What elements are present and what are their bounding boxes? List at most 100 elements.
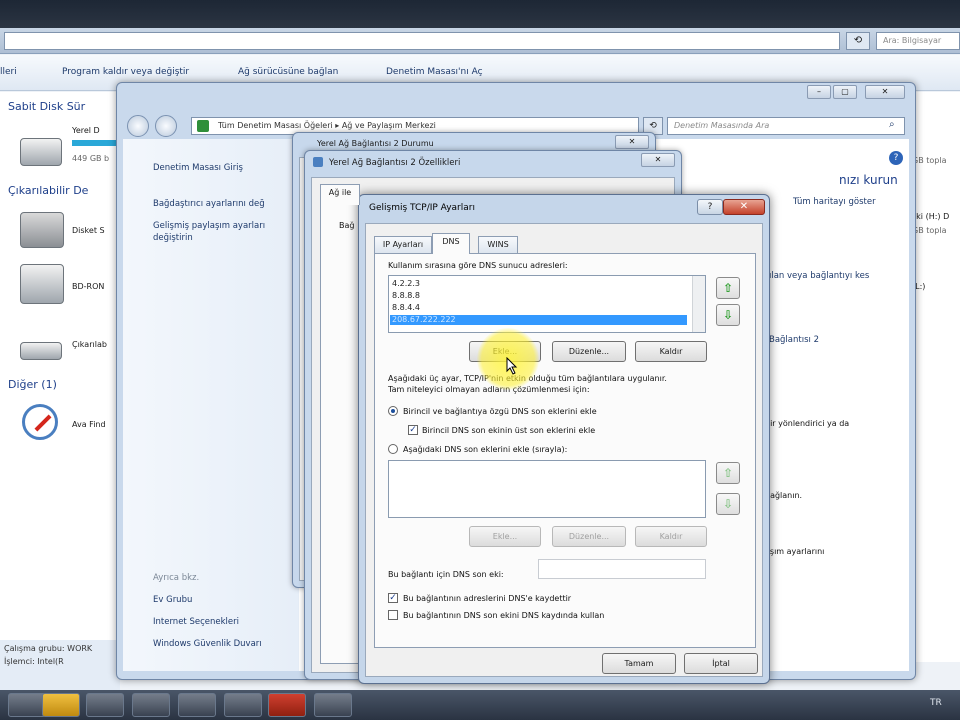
add-suffix-button[interactable]: Ekle... bbox=[469, 526, 541, 547]
tab-dns[interactable]: DNS bbox=[432, 233, 470, 254]
search-icon[interactable]: ⌕ bbox=[889, 119, 895, 130]
close-button[interactable]: ✕ bbox=[641, 153, 675, 167]
drive-usage-bar bbox=[72, 140, 122, 146]
mouse-cursor-icon bbox=[506, 357, 518, 375]
link-advanced-sharing-2[interactable]: değiştirin bbox=[153, 233, 193, 243]
properties-window-title: Yerel Ağ Bağlantısı 2 Özellikleri bbox=[329, 158, 461, 168]
group-other[interactable]: Diğer (1) bbox=[8, 378, 57, 391]
drive-label[interactable]: Ava Find bbox=[72, 420, 106, 429]
tab-networking[interactable]: Ağ ile bbox=[320, 184, 360, 205]
link-connect-disconnect[interactable]: ılan veya bağlantıyı kes bbox=[769, 271, 869, 281]
list-item-selected[interactable]: 208.67.222.222 bbox=[390, 315, 687, 325]
command-properties[interactable]: lleri bbox=[0, 67, 17, 77]
link-firewall[interactable]: Windows Güvenlik Duvarı bbox=[153, 639, 262, 649]
ava-find-icon bbox=[22, 404, 58, 440]
dns-list-label: Kullanım sırasına göre DNS sunucu adresl… bbox=[388, 261, 568, 270]
link-internet-options[interactable]: Internet Seçenekleri bbox=[153, 617, 239, 627]
check-parent-suffixes[interactable]: ✓ bbox=[408, 425, 418, 435]
list-item[interactable]: 8.8.8.8 bbox=[392, 291, 420, 300]
radio-append-primary[interactable] bbox=[388, 406, 398, 416]
drive-size: GB topla bbox=[912, 226, 947, 235]
taskbar-item[interactable] bbox=[132, 693, 170, 717]
taskbar-item[interactable] bbox=[224, 693, 262, 717]
radio-append-these[interactable] bbox=[388, 444, 398, 454]
connect-text: bağlanın. bbox=[765, 491, 803, 500]
forward-button[interactable] bbox=[155, 115, 177, 137]
control-panel-search-input[interactable]: Denetim Masasında Ara bbox=[667, 117, 905, 135]
link-homegroup[interactable]: Ev Grubu bbox=[153, 595, 192, 605]
info-text-2: Tam niteleyici olmayan adların çözümlenm… bbox=[388, 385, 590, 394]
dns-tab-panel: Kullanım sırasına göre DNS sunucu adresl… bbox=[374, 253, 756, 648]
check-parent-suffixes-label[interactable]: Birincil DNS son ekinin üst son eklerini… bbox=[422, 426, 595, 435]
drive-label[interactable]: Yerel D bbox=[72, 126, 100, 135]
command-map-drive[interactable]: Ağ sürücüsüne bağlan bbox=[238, 67, 338, 77]
move-up-icon[interactable]: ⇧ bbox=[716, 277, 740, 299]
move-down-icon[interactable]: ⇩ bbox=[716, 304, 740, 326]
link-change-adapter[interactable]: Bağdaştırıcı ayarlarını değ bbox=[153, 199, 265, 209]
remove-dns-button[interactable]: Kaldır bbox=[635, 341, 707, 362]
suffix-list[interactable] bbox=[388, 460, 706, 518]
dns-suffix-label: Bu bağlantı için DNS son eki: bbox=[388, 570, 504, 579]
network-icon[interactable] bbox=[314, 693, 352, 717]
radio-append-these-label[interactable]: Aşağıdaki DNS son eklerini ekle (sırayla… bbox=[403, 445, 567, 454]
check-register-dns-label[interactable]: Bu bağlantının adreslerini DNS'e kaydett… bbox=[403, 594, 571, 603]
check-use-suffix[interactable] bbox=[388, 610, 398, 620]
workgroup-text: Çalışma grubu: WORK bbox=[4, 644, 93, 653]
command-uninstall[interactable]: Program kaldır veya değiştir bbox=[62, 67, 189, 77]
help-icon[interactable]: ? bbox=[889, 151, 903, 165]
explorer-content-right: GB topla ski (H:) D GB topla (L:) bbox=[912, 92, 960, 662]
refresh-icon[interactable]: ⟲ bbox=[846, 32, 870, 50]
drive-label[interactable]: ski (H:) D bbox=[912, 212, 949, 221]
close-button[interactable]: ✕ bbox=[865, 85, 905, 99]
list-item[interactable]: 4.2.2.3 bbox=[392, 279, 420, 288]
close-button[interactable]: ✕ bbox=[615, 135, 649, 149]
folder-icon[interactable] bbox=[42, 693, 80, 717]
move-down-icon[interactable]: ⇩ bbox=[716, 493, 740, 515]
move-up-icon[interactable]: ⇧ bbox=[716, 462, 740, 484]
group-removable[interactable]: Çıkarılabilir De bbox=[8, 184, 88, 197]
tab-ip-settings[interactable]: IP Ayarları bbox=[374, 236, 432, 253]
dialog-title: Gelişmiş TCP/IP Ayarları bbox=[369, 203, 475, 213]
router-text: bir yönlendirici ya da bbox=[765, 419, 850, 428]
link-connection-2[interactable]: Bağlantısı 2 bbox=[769, 335, 819, 345]
explorer-search-input[interactable]: Ara: Bilgisayar bbox=[876, 32, 960, 50]
hard-disk-icon bbox=[20, 138, 62, 166]
back-button[interactable] bbox=[127, 115, 149, 137]
status-window-title: Yerel Ağ Bağlantısı 2 Durumu bbox=[317, 139, 434, 148]
minimize-button[interactable]: – bbox=[807, 85, 831, 99]
command-open-control-panel[interactable]: Denetim Masası'nı Aç bbox=[386, 67, 483, 77]
explorer-content-left: Sabit Disk Sür Yerel D 449 GB b Çıkarıla… bbox=[0, 92, 122, 662]
edit-suffix-button[interactable]: Düzenle... bbox=[552, 526, 626, 547]
help-button[interactable]: ? bbox=[697, 199, 723, 215]
tab-wins[interactable]: WINS bbox=[478, 236, 518, 253]
check-register-dns[interactable]: ✓ bbox=[388, 593, 398, 603]
list-item[interactable]: 8.8.4.4 bbox=[392, 303, 420, 312]
drive-size: GB topla bbox=[912, 156, 947, 165]
link-see-full-map[interactable]: Tüm haritayı göster bbox=[793, 197, 876, 207]
close-button[interactable]: ✕ bbox=[723, 199, 765, 215]
drive-label[interactable]: Disket S bbox=[72, 226, 105, 235]
cancel-button[interactable]: İptal bbox=[684, 653, 758, 674]
link-advanced-sharing[interactable]: Gelişmiş paylaşım ayarları bbox=[153, 221, 265, 231]
language-indicator[interactable]: TR bbox=[930, 698, 942, 708]
ok-button[interactable]: Tamam bbox=[602, 653, 676, 674]
drive-label[interactable]: BD-RON bbox=[72, 282, 104, 291]
link-control-panel-home[interactable]: Denetim Masası Giriş bbox=[153, 163, 243, 173]
taskbar-item[interactable] bbox=[8, 693, 46, 717]
check-use-suffix-label[interactable]: Bu bağlantının DNS son ekini DNS kaydınd… bbox=[403, 611, 604, 620]
group-hdd[interactable]: Sabit Disk Sür bbox=[8, 100, 85, 113]
connect-using-label: Bağ bbox=[339, 221, 355, 230]
dns-server-list[interactable]: 4.2.2.3 8.8.8.8 8.8.4.4 208.67.222.222 bbox=[388, 275, 706, 333]
drive-label[interactable]: Çıkarılab bbox=[72, 340, 107, 349]
edit-dns-button[interactable]: Düzenle... bbox=[552, 341, 626, 362]
taskbar-item[interactable] bbox=[86, 693, 124, 717]
remove-suffix-button[interactable]: Kaldır bbox=[635, 526, 707, 547]
taskbar-item[interactable] bbox=[178, 693, 216, 717]
maximize-button[interactable]: ▢ bbox=[833, 85, 857, 99]
dns-suffix-input[interactable] bbox=[538, 559, 706, 579]
scrollbar[interactable] bbox=[692, 276, 705, 332]
explorer-address-bar[interactable] bbox=[4, 32, 840, 50]
radio-append-primary-label[interactable]: Birincil ve bağlantıya özgü DNS son ekle… bbox=[403, 407, 597, 416]
taskbar-item[interactable] bbox=[268, 693, 306, 717]
see-also-heading: Ayrıca bkz. bbox=[153, 573, 200, 583]
